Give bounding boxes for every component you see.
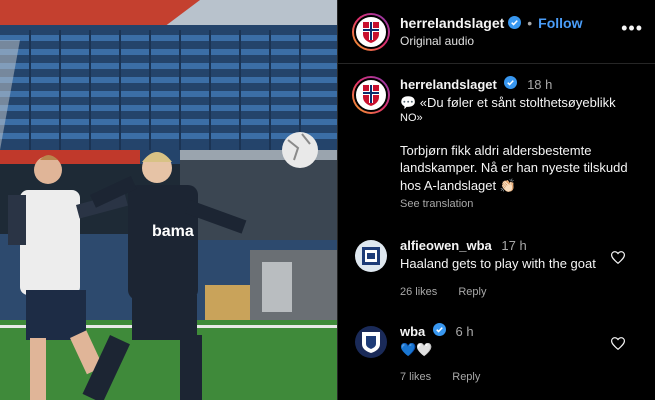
follow-button[interactable]: Follow: [538, 14, 582, 32]
author-avatar[interactable]: [352, 12, 390, 51]
caption-line-1: 💬 «Du føler et sånt stolthetsøyeblikk: [400, 94, 616, 110]
caption-line-3: Torbjørn fikk aldri aldersbestemte: [400, 142, 592, 158]
comment-username[interactable]: wba: [400, 324, 425, 339]
audio-link[interactable]: Original audio: [400, 34, 621, 50]
comment-likes[interactable]: 7 likes: [400, 371, 431, 383]
post-header: herrelandslaget • Follow Original audio …: [338, 0, 655, 64]
more-options-icon[interactable]: •••: [621, 19, 643, 37]
see-translation-link[interactable]: See translation: [400, 197, 641, 212]
comment-text: Haaland gets to play with the goat: [400, 255, 596, 271]
jersey-sponsor: bama: [152, 223, 194, 240]
caption-username[interactable]: herrelandslaget: [400, 77, 497, 92]
caption-line-4: landskamper. Nå er han nyeste tilskudd: [400, 160, 628, 176]
commenter-avatar[interactable]: [352, 323, 390, 361]
reply-button[interactable]: Reply: [458, 286, 486, 298]
post-media[interactable]: bama: [0, 0, 337, 400]
like-heart-icon[interactable]: [610, 251, 626, 269]
nff-crest-icon: [363, 21, 379, 43]
comments-section: herrelandslaget 18 h 💬 «Du føler et sånt…: [338, 64, 655, 385]
ball: [282, 132, 318, 168]
comment-time[interactable]: 17 h: [501, 238, 526, 253]
commenter-avatar[interactable]: [352, 237, 390, 275]
wba-badge-icon: [362, 247, 380, 266]
caption-line-5: hos A-landslaget 👏🏻: [400, 178, 516, 194]
training-photo: bama: [0, 0, 337, 400]
verified-icon: [432, 323, 446, 337]
comment-item: wba 6 h 💙🤍 7 likes Reply: [352, 323, 641, 385]
comment-likes[interactable]: 26 likes: [400, 286, 437, 298]
comment-text: 💙🤍: [400, 341, 433, 357]
caption-avatar[interactable]: [352, 76, 390, 114]
caption: herrelandslaget 18 h 💬 «Du føler et sånt…: [352, 76, 641, 211]
wba-crest-icon: [362, 332, 380, 354]
caption-time[interactable]: 18 h: [527, 77, 552, 92]
nff-crest-icon: [363, 85, 379, 106]
author-username[interactable]: herrelandslaget: [400, 14, 504, 32]
caption-line-2: NO»: [400, 112, 423, 125]
post-side-panel: herrelandslaget • Follow Original audio …: [337, 0, 655, 400]
verified-icon: [508, 16, 522, 30]
separator-dot: •: [527, 14, 533, 31]
like-heart-icon[interactable]: [610, 337, 626, 355]
comment-username[interactable]: alfieowen_wba: [400, 238, 492, 253]
comment-item: alfieowen_wba 17 h Haaland gets to play …: [352, 237, 641, 299]
reply-button[interactable]: Reply: [452, 371, 480, 383]
verified-icon: [504, 76, 518, 89]
comment-time[interactable]: 6 h: [456, 324, 474, 339]
